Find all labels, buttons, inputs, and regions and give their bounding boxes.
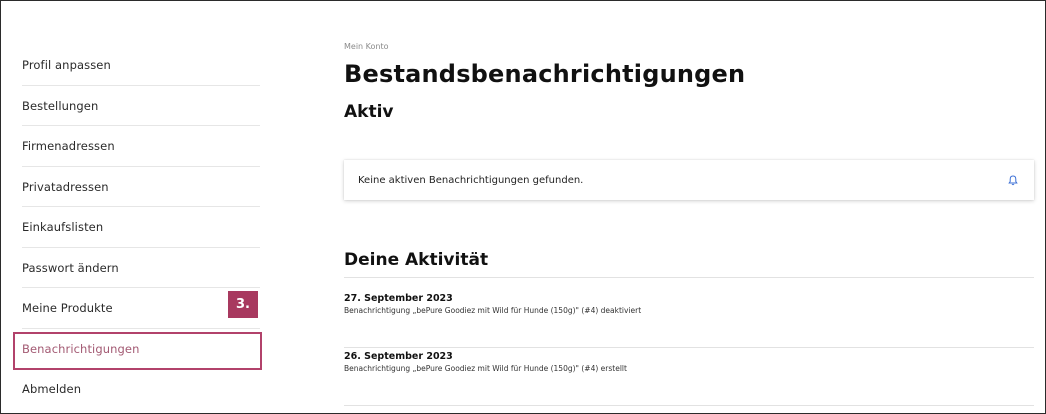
activity-description: Benachrichtigung „bePure Goodiez mit Wil… xyxy=(344,364,627,373)
sidebar-item-profil[interactable]: Profil anpassen xyxy=(22,45,260,86)
activity-list: 27. September 2023 Benachrichtigung „beP… xyxy=(344,290,1034,406)
step-badge: 3. xyxy=(228,291,258,318)
sidebar-item-meine-produkte[interactable]: Meine Produkte xyxy=(22,288,260,329)
activity-date: 26. September 2023 xyxy=(344,351,453,362)
sidebar-item-firmenadressen[interactable]: Firmenadressen xyxy=(22,126,260,167)
sidebar-item-einkaufslisten[interactable]: Einkaufslisten xyxy=(22,207,260,248)
sidebar-item-abmelden[interactable]: Abmelden xyxy=(22,369,260,410)
active-section-title: Aktiv xyxy=(344,102,394,122)
sidebar-item-passwort[interactable]: Passwort ändern xyxy=(22,248,260,288)
sidebar-item-bestellungen[interactable]: Bestellungen xyxy=(22,86,260,126)
page-title: Bestandsbenachrichtigungen xyxy=(344,60,746,88)
active-notifications-notice: Keine aktiven Benachrichtigungen gefunde… xyxy=(344,160,1034,200)
main-content: Mein Konto Bestandsbenachrichtigungen Ak… xyxy=(344,42,1034,406)
highlight-box xyxy=(13,332,262,370)
notice-text: Keine aktiven Benachrichtigungen gefunde… xyxy=(358,174,584,186)
breadcrumb[interactable]: Mein Konto xyxy=(344,42,1034,52)
activity-entry: 26. September 2023 Benachrichtigung „beP… xyxy=(344,348,1034,406)
bell-icon xyxy=(1007,174,1019,186)
activity-entry: 27. September 2023 Benachrichtigung „beP… xyxy=(344,290,1034,348)
activity-section-title: Deine Aktivität xyxy=(344,246,1034,278)
activity-date: 27. September 2023 xyxy=(344,293,453,304)
activity-description: Benachrichtigung „bePure Goodiez mit Wil… xyxy=(344,306,642,315)
sidebar-item-privatadressen[interactable]: Privatadressen xyxy=(22,167,260,207)
